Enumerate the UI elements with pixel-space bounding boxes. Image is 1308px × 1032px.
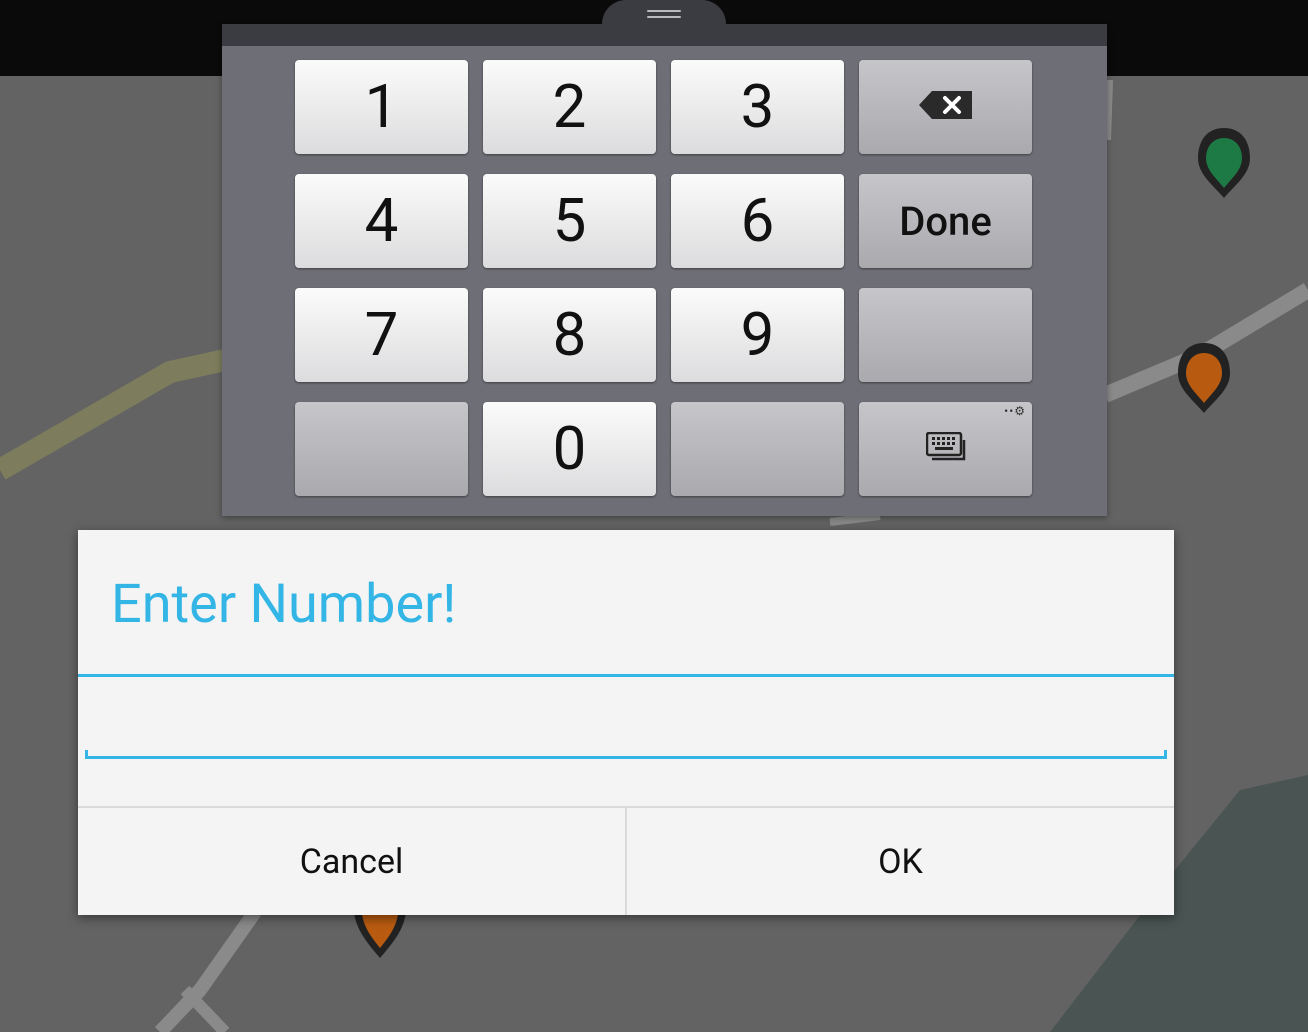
key-label: 3	[740, 71, 775, 142]
key-label: 6	[740, 185, 775, 256]
drag-handle-icon	[647, 10, 681, 22]
key-4[interactable]: 4	[295, 174, 468, 268]
blank-key	[859, 288, 1032, 382]
key-6[interactable]: 6	[671, 174, 844, 268]
title-divider	[78, 674, 1174, 677]
key-label: 5	[552, 185, 587, 256]
key-1[interactable]: 1	[295, 60, 468, 154]
cancel-button[interactable]: Cancel	[78, 808, 625, 915]
enter-number-dialog: Enter Number! Cancel OK	[78, 530, 1178, 915]
blank-key	[671, 402, 844, 496]
ok-button[interactable]: OK	[627, 808, 1174, 915]
key-label: 0	[552, 413, 587, 484]
key-7[interactable]: 7	[295, 288, 468, 382]
key-label: 7	[364, 299, 399, 370]
backspace-icon	[918, 90, 974, 124]
input-underline	[85, 756, 1167, 759]
key-3[interactable]: 3	[671, 60, 844, 154]
numeric-keypad: 1 2 3 4 5 6 Done 7 8 9 0 ••⚙	[222, 24, 1107, 516]
backspace-key[interactable]	[859, 60, 1032, 154]
key-label: 4	[364, 185, 399, 256]
settings-dots-icon: ••⚙	[1004, 404, 1026, 418]
key-8[interactable]: 8	[483, 288, 656, 382]
key-2[interactable]: 2	[483, 60, 656, 154]
keyboard-switch-key[interactable]: ••⚙	[859, 402, 1032, 496]
key-label: 2	[552, 71, 587, 142]
key-0[interactable]: 0	[483, 402, 656, 496]
key-label: 8	[552, 299, 587, 370]
done-label: Done	[899, 197, 992, 245]
key-9[interactable]: 9	[671, 288, 844, 382]
blank-key	[295, 402, 468, 496]
key-label: 9	[740, 299, 775, 370]
keyboard-settings-icon	[925, 431, 966, 466]
done-key[interactable]: Done	[859, 174, 1032, 268]
key-5[interactable]: 5	[483, 174, 656, 268]
key-label: 1	[364, 71, 399, 142]
keypad-header	[222, 24, 1107, 46]
number-input[interactable]	[86, 702, 1178, 754]
dialog-title: Enter Number!	[111, 573, 457, 636]
